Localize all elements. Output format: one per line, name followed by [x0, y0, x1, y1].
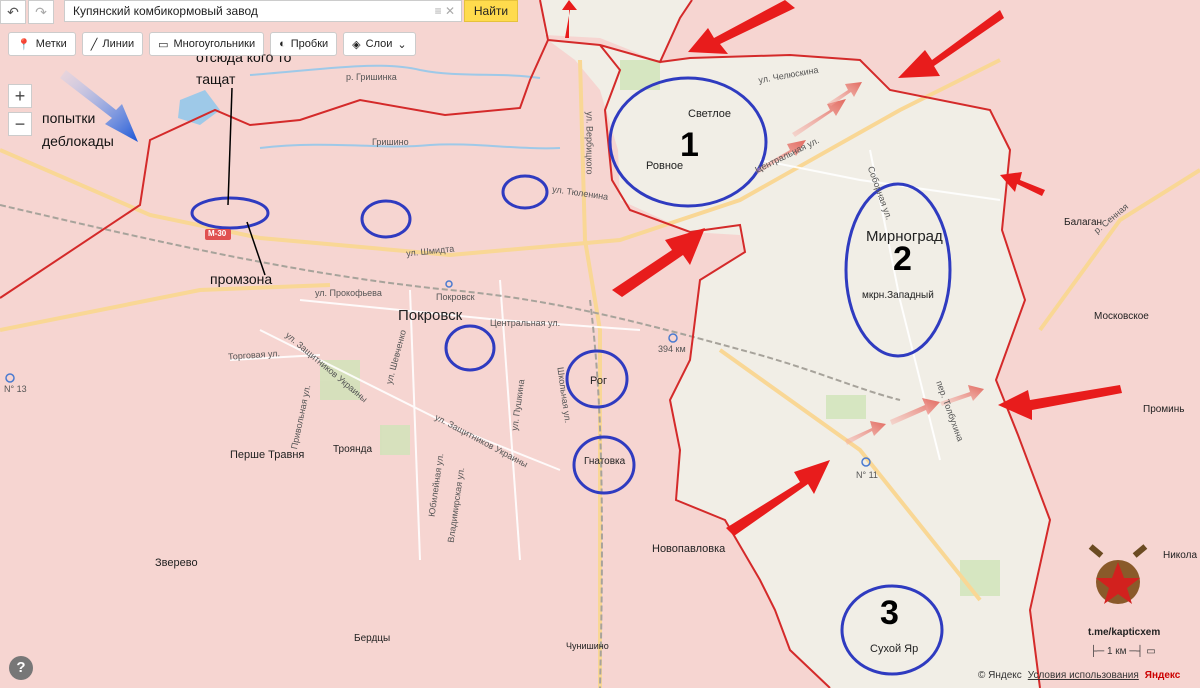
label-mkr-zapadny: мкрн.Западный — [862, 290, 934, 301]
channel-link[interactable]: t.me/kapticxem — [1088, 627, 1160, 638]
label-novopavlovka: Новопавловка — [652, 543, 726, 555]
tool-layers[interactable]: ◈ Слои ⌄ — [343, 32, 416, 56]
label-zverevo: Зверево — [155, 557, 198, 569]
map-canvas[interactable] — [0, 0, 1200, 688]
annotation-promzona: промзона — [210, 271, 273, 287]
scale-label: 1 км — [1106, 646, 1127, 657]
label-pershe-travnya: Перше Травня — [230, 449, 305, 461]
tool-placemarks-label: Метки — [35, 38, 67, 50]
traffic-icon: ◐ — [279, 38, 286, 50]
label-promin: Проминь — [1143, 404, 1185, 415]
zoom-control: + − — [8, 84, 32, 140]
label-nikolaevka: Никола — [1163, 550, 1198, 561]
polygon-icon: ▭ — [158, 38, 169, 51]
road-n13: N° 13 — [4, 384, 27, 394]
marker-number-2: 2 — [893, 240, 912, 278]
line-icon: ╱ — [90, 38, 98, 51]
chevron-down-icon: ⌄ — [397, 38, 407, 51]
pin-icon: 📍 — [17, 38, 31, 51]
annotation-dragged-2: тащат — [196, 71, 236, 87]
road-m30: М-30 — [208, 229, 227, 238]
map-footer: © Яндекс Условия использования Яндекс — [978, 670, 1180, 681]
label-pokrovsk: Покровск — [398, 307, 463, 324]
label-rog: Рог — [590, 375, 607, 387]
search-input-value: Купянский комбикормовый завод — [73, 4, 258, 18]
ruler-icon[interactable]: ▭ — [1146, 646, 1155, 657]
label-troyanda: Троянда — [333, 444, 373, 455]
label-grishino: Гришино — [372, 137, 409, 147]
tool-traffic-label: Пробки — [290, 38, 329, 50]
tool-layers-label: Слои — [365, 38, 393, 50]
copyright: © Яндекс — [978, 670, 1022, 681]
label-gnatovka: Гнатовка — [584, 456, 626, 467]
search-button[interactable]: Найти — [464, 0, 518, 22]
road-km394: 394 км — [658, 344, 686, 354]
list-icon[interactable]: ≡ ✕ — [435, 4, 455, 18]
zoom-in-button[interactable]: + — [8, 84, 32, 108]
zoom-out-button[interactable]: − — [8, 112, 32, 136]
street-verbitskogo: ул. Вербицкого — [584, 111, 595, 175]
tool-placemarks[interactable]: 📍 Метки — [8, 32, 76, 56]
help-button[interactable]: ? — [9, 656, 33, 680]
label-moskovskoe: Московское — [1094, 311, 1149, 322]
label-rovnoe: Ровное — [646, 160, 684, 172]
marker-number-3: 3 — [880, 594, 899, 632]
street-tsentralnaya-2: Центральная ул. — [490, 318, 561, 328]
map-tools: 📍 Метки ╱ Линии ▭ Многоугольники ◐ Пробки ◈ С… — [8, 32, 416, 56]
label-chunishino: Чунишино — [566, 641, 609, 651]
label-svetloe: Светлое — [688, 108, 731, 120]
marker-number-1: 1 — [680, 126, 699, 164]
label-sukhoy-yar: Сухой Яр — [870, 643, 919, 655]
tool-traffic[interactable]: ◐ Пробки — [270, 32, 338, 56]
undo-icon[interactable]: ↶ — [0, 0, 26, 24]
scale-bar: ├─ 1 км ─┤ ▭ — [1090, 646, 1156, 657]
redo-icon[interactable]: ↷ — [28, 0, 54, 24]
label-grishino-river: р. Гришинка — [346, 72, 397, 82]
annotation-attempts-1: попытки — [42, 110, 96, 126]
label-bereztsy: Бердцы — [354, 633, 391, 644]
street-prokofeva: ул. Прокофьева — [315, 288, 382, 298]
top-bar: ↶ ↷ — [0, 0, 56, 24]
search-input[interactable]: Купянский комбикормовый завод ≡ ✕ — [64, 0, 462, 22]
terms-link[interactable]: Условия использования — [1028, 670, 1139, 681]
layers-icon: ◈ — [352, 38, 361, 51]
street-pokrovsk-station: Покровск — [436, 292, 475, 302]
road-n11: N° 11 — [856, 470, 878, 480]
annotation-attempts-2: деблокады — [42, 133, 114, 149]
tool-lines-label: Линии — [102, 38, 135, 50]
tool-polygons[interactable]: ▭ Многоугольники — [149, 32, 265, 56]
tool-polygons-label: Многоугольники — [173, 38, 256, 50]
tool-lines[interactable]: ╱ Линии — [81, 32, 144, 56]
yandex-logo[interactable]: Яндекс — [1145, 670, 1181, 681]
